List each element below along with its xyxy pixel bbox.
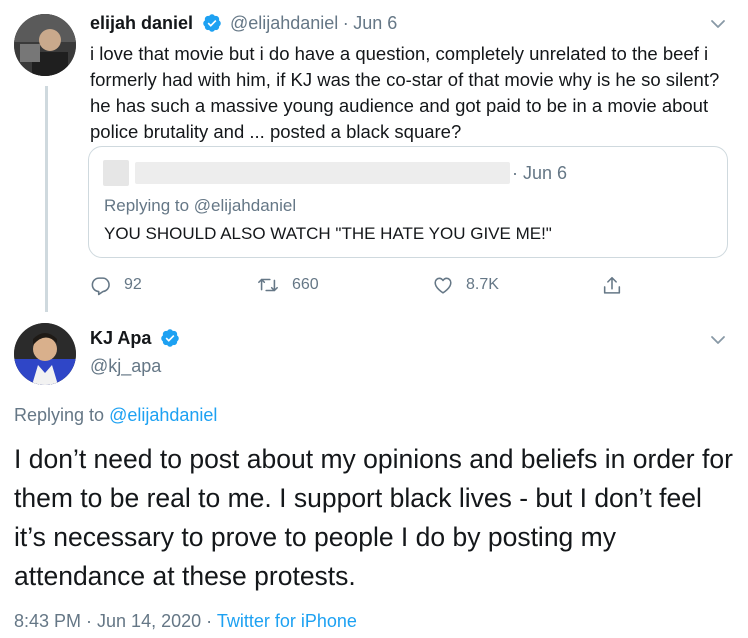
retweet-button[interactable]: 660 xyxy=(256,274,319,296)
quoted-avatar-redacted xyxy=(103,160,129,186)
tweet2-handle[interactable]: @kj_apa xyxy=(90,356,161,377)
reply-button[interactable]: 92 xyxy=(90,274,142,296)
tweet1-date[interactable]: Jun 6 xyxy=(353,13,397,33)
quoted-name-redacted xyxy=(135,162,510,184)
tweet1-author-name[interactable]: elijah daniel xyxy=(90,13,193,33)
tweet1-header: elijah daniel @elijahdaniel · Jun 6 xyxy=(90,13,397,34)
tweet1-separator: · xyxy=(342,13,349,33)
tweet1-text: i love that movie but i do have a questi… xyxy=(90,43,720,142)
tweet2-header: KJ Apa xyxy=(90,328,180,349)
quoted-replying-to: Replying to @elijahdaniel xyxy=(104,196,296,216)
thread-connector-line xyxy=(45,86,48,312)
avatar-kj-apa[interactable] xyxy=(14,323,76,385)
tweet2-replying-to: Replying to @elijahdaniel xyxy=(14,405,217,426)
avatar-elijahdaniel[interactable] xyxy=(14,14,76,76)
tweet2-text: I don’t need to post about my opinions a… xyxy=(14,444,733,591)
verified-badge-icon xyxy=(161,329,179,347)
tweet2-timestamp[interactable]: 8:43 PM · Jun 14, 2020 xyxy=(14,611,201,631)
retweet-count: 660 xyxy=(292,276,319,293)
quoted-date: · Jun 6 xyxy=(512,163,568,183)
tweet2-meta-separator: · xyxy=(206,611,213,631)
tweet2-meta: 8:43 PM · Jun 14, 2020 · Twitter for iPh… xyxy=(14,611,357,632)
retweet-icon xyxy=(258,278,278,292)
like-icon xyxy=(434,277,452,294)
reply-count: 92 xyxy=(124,276,142,293)
tweet1-actions: 92 660 8.7K xyxy=(90,274,650,298)
quoted-replying-prefix: Replying to xyxy=(104,196,190,215)
tweet2-source[interactable]: Twitter for iPhone xyxy=(217,611,357,631)
verified-badge-icon xyxy=(202,14,221,32)
quoted-text: YOU SHOULD ALSO WATCH "THE HATE YOU GIVE… xyxy=(104,224,552,243)
like-count: 8.7K xyxy=(466,276,499,293)
tweet2-author-name[interactable]: KJ Apa xyxy=(90,328,151,348)
chevron-down-icon[interactable] xyxy=(708,14,728,34)
chevron-down-icon[interactable] xyxy=(708,330,728,350)
reply-icon xyxy=(91,277,110,296)
avatar-elijahdaniel-image xyxy=(14,14,76,76)
tweet1-handle[interactable]: @elijahdaniel xyxy=(230,13,338,33)
tweet2-replying-prefix: Replying to xyxy=(14,405,105,425)
like-button[interactable]: 8.7K xyxy=(432,274,499,296)
quoted-replying-handle[interactable]: @elijahdaniel xyxy=(194,196,296,215)
avatar-kj-apa-image xyxy=(14,323,76,385)
share-icon[interactable] xyxy=(601,274,623,298)
tweet2-replying-handle[interactable]: @elijahdaniel xyxy=(109,405,217,425)
